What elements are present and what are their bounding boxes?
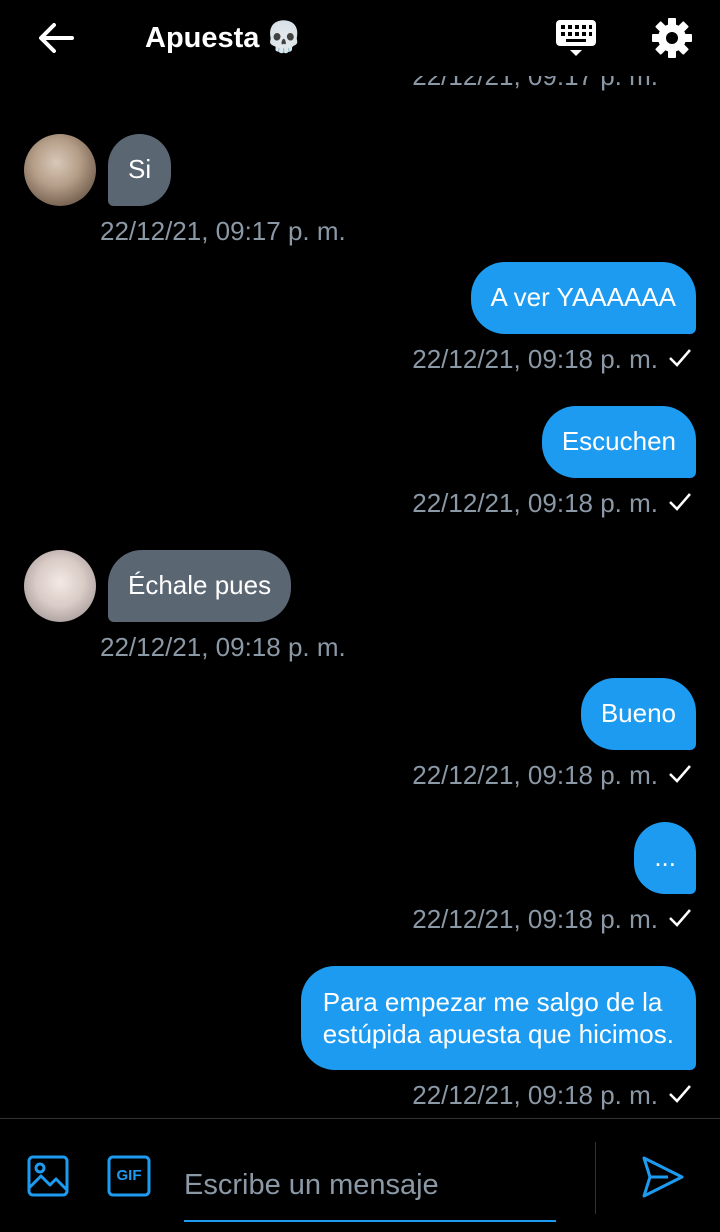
composer-divider [595, 1142, 596, 1214]
send-icon[interactable] [640, 1154, 686, 1200]
conversation-title: Apuesta 💀 [145, 18, 303, 58]
message-text-line: Para empezar me salgo de la [322, 987, 663, 1017]
incoming-message-bubble[interactable]: Échale pues [108, 550, 292, 622]
clipped-timestamp: 22/12/21, 09:17 p. m. [412, 76, 658, 91]
message-timestamp: 22/12/21, 09:18 p. m. [412, 488, 658, 518]
gear-icon[interactable] [650, 16, 694, 60]
image-icon[interactable] [26, 1154, 70, 1198]
avatar[interactable] [24, 550, 96, 622]
message-text: Si [128, 154, 152, 184]
gif-label: GIF [116, 1167, 142, 1184]
sent-check-icon [669, 349, 691, 367]
message-timestamp: 22/12/21, 09:18 p. m. [412, 904, 658, 934]
top-bar: Apuesta 💀 [0, 0, 720, 76]
message-text-line: estúpida apuesta que hicimos. [322, 1019, 674, 1049]
message-text: ... [654, 842, 676, 872]
outgoing-message-bubble[interactable]: ... [634, 822, 696, 894]
avatar[interactable] [24, 134, 96, 206]
incoming-message-bubble[interactable]: Si [108, 134, 172, 206]
message-timestamp: 22/12/21, 09:18 p. m. [100, 632, 346, 662]
message-timestamp: 22/12/21, 09:17 p. m. [100, 216, 346, 246]
keyboard-icon[interactable] [554, 16, 598, 60]
message-text: Bueno [600, 698, 676, 728]
conversation-title-text: Apuesta [145, 22, 260, 54]
message-timestamp: 22/12/21, 09:18 p. m. [412, 344, 658, 374]
outgoing-message-bubble[interactable]: A ver YAAAAAA [470, 262, 696, 334]
outgoing-message-bubble[interactable]: Para empezar me salgo de la estúpida apu… [300, 966, 696, 1070]
gif-button[interactable]: GIF [106, 1154, 152, 1198]
sent-check-icon [669, 493, 691, 511]
outgoing-message-bubble[interactable]: Escuchen [541, 406, 696, 478]
arrow-left-icon[interactable] [36, 20, 76, 56]
sent-check-icon [669, 909, 691, 927]
message-timestamp: 22/12/21, 09:18 p. m. [412, 1080, 658, 1110]
message-input[interactable] [184, 1150, 556, 1222]
skull-emoji: 💀 [265, 21, 303, 54]
sent-check-icon [669, 765, 691, 783]
message-text: A ver YAAAAAA [490, 282, 676, 312]
message-timestamp: 22/12/21, 09:18 p. m. [412, 760, 658, 790]
outgoing-message-bubble[interactable]: Bueno [580, 678, 696, 750]
message-text: Escuchen [561, 426, 676, 456]
sent-check-icon [669, 1085, 691, 1103]
message-text: Échale pues [128, 570, 272, 600]
